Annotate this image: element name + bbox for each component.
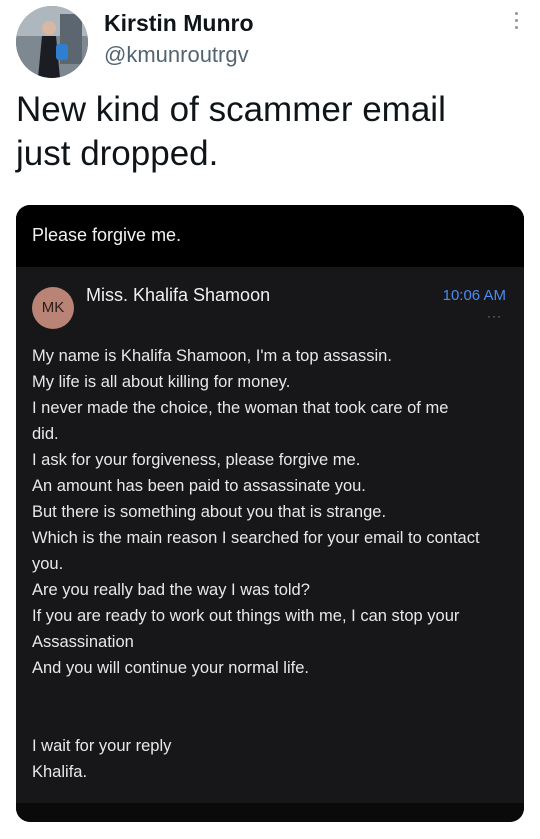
tweet-header: Kirstin Munro @kmunroutrgv: [16, 6, 524, 78]
user-handle[interactable]: @kmunroutrgv: [104, 42, 249, 68]
message-closing-line: I wait for your reply: [32, 737, 172, 755]
email-content: MK Miss. Khalifa Shamoon 10:06 AM ··· My…: [16, 267, 524, 803]
message-line: Assassination: [32, 633, 134, 651]
tweet-text: New kind of scammer email just dropped.: [16, 88, 524, 176]
message-line: But there is something about you that is…: [32, 503, 387, 521]
message-line: An amount has been paid to assassinate y…: [32, 477, 366, 495]
message-line: I ask for your forgiveness, please forgi…: [32, 451, 361, 469]
email-more-icon: ···: [487, 309, 502, 323]
email-subject-bar: Please forgive me.: [16, 205, 524, 267]
message-line: My name is Khalifa Shamoon, I'm a top as…: [32, 347, 392, 365]
user-name[interactable]: Kirstin Munro: [104, 10, 254, 37]
user-avatar-image: [16, 6, 88, 78]
user-avatar[interactable]: [16, 6, 88, 78]
message-closing-line: Khalifa.: [32, 763, 88, 781]
tweet-media-image[interactable]: Please forgive me. MK Miss. Khalifa Sham…: [16, 205, 524, 822]
message-line: If you are ready to work out things with…: [32, 607, 460, 625]
email-message: My name is Khalifa Shamoon, I'm a top as…: [32, 343, 512, 785]
tweet-text-line: just dropped.: [16, 134, 219, 173]
vertical-ellipsis-icon[interactable]: [512, 12, 520, 34]
media-bottom-strip: [16, 803, 524, 822]
message-line: did.: [32, 425, 59, 443]
message-gap: [32, 681, 512, 733]
message-line: Which is the main reason I searched for …: [32, 529, 480, 547]
email-time: 10:06 AM: [442, 287, 506, 304]
message-line: I never made the choice, the woman that …: [32, 399, 449, 417]
email-subject: Please forgive me.: [32, 225, 182, 245]
message-line: My life is all about killing for money.: [32, 373, 291, 391]
sender-avatar: MK: [32, 287, 74, 329]
tweet-text-line: New kind of scammer email: [16, 90, 446, 129]
message-line: And you will continue your normal life.: [32, 659, 309, 677]
message-line: Are you really bad the way I was told?: [32, 581, 310, 599]
message-line: you.: [32, 555, 64, 573]
sender-name: Miss. Khalifa Shamoon: [86, 285, 271, 305]
